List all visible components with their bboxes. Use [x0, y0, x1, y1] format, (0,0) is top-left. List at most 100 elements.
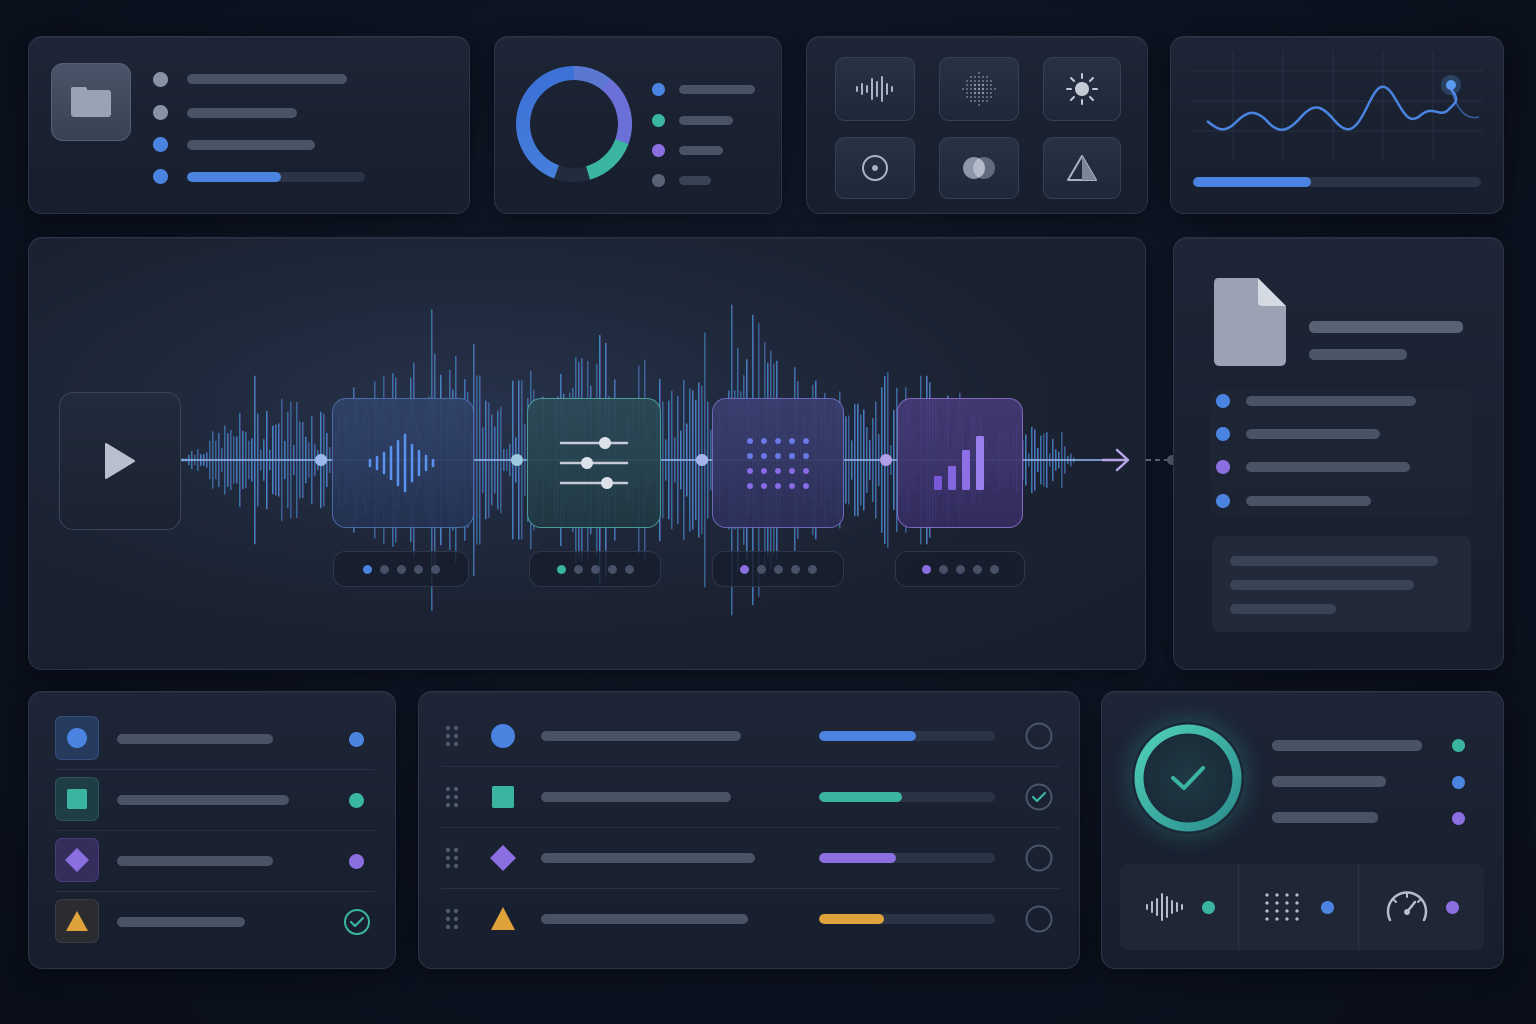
page-dot-active[interactable]	[362, 564, 372, 574]
gauge-icon	[1386, 891, 1427, 922]
footer-cell-audio[interactable]	[1120, 864, 1239, 950]
stage-pagination[interactable]	[895, 551, 1025, 587]
overlap-circles-icon	[963, 157, 995, 179]
stage-pagination[interactable]	[529, 551, 661, 587]
document-summary	[1212, 536, 1471, 632]
page-dot[interactable]	[413, 564, 423, 574]
task-row[interactable]	[419, 828, 1081, 888]
waveform-icon	[856, 76, 893, 102]
list-item-bar	[1246, 462, 1410, 472]
footer-cell-speed[interactable]	[1358, 864, 1484, 950]
page-dot-active[interactable]	[556, 564, 566, 574]
task-list-card	[418, 691, 1080, 969]
play-icon	[105, 443, 135, 479]
task-label-bar	[541, 792, 731, 802]
summary-line	[1230, 580, 1414, 590]
task-row[interactable]	[419, 706, 1081, 766]
list-item[interactable]	[29, 708, 397, 768]
page-dot[interactable]	[972, 564, 982, 574]
list-item[interactable]	[29, 769, 397, 829]
list-item[interactable]	[29, 891, 397, 951]
list-item-bar	[187, 140, 315, 150]
list-dot	[153, 137, 168, 152]
page-dot[interactable]	[379, 564, 389, 574]
page-dot[interactable]	[430, 564, 440, 574]
checkbox-empty-icon[interactable]	[1025, 722, 1053, 750]
drag-handle-icon[interactable]	[445, 847, 459, 869]
list-item[interactable]	[29, 830, 397, 890]
list-dot	[153, 169, 168, 184]
page-dot[interactable]	[773, 564, 783, 574]
page-dot[interactable]	[624, 564, 634, 574]
donut-card	[494, 36, 782, 214]
stage-analytics[interactable]	[897, 398, 1023, 528]
page-dot[interactable]	[790, 564, 800, 574]
document-icon[interactable]	[1212, 276, 1288, 368]
page-dot[interactable]	[590, 564, 600, 574]
line-chart	[1193, 51, 1483, 161]
checkbox-empty-icon[interactable]	[1025, 844, 1053, 872]
list-item-bar	[1246, 496, 1371, 506]
stage-waveform[interactable]	[332, 398, 474, 528]
status-dot	[1452, 776, 1465, 789]
drag-handle-icon[interactable]	[445, 908, 459, 930]
footer-cell-matrix[interactable]	[1238, 864, 1359, 950]
checkbox-empty-icon[interactable]	[1025, 905, 1053, 933]
task-label-bar	[541, 731, 741, 741]
diamond-icon	[65, 848, 89, 872]
page-dot[interactable]	[807, 564, 817, 574]
page-dot[interactable]	[396, 564, 406, 574]
stage-pagination[interactable]	[712, 551, 844, 587]
check-icon[interactable]	[1025, 783, 1053, 811]
legend-label-bar	[679, 176, 711, 185]
page-dot[interactable]	[573, 564, 583, 574]
status-dot	[1452, 812, 1465, 825]
line-series	[1206, 85, 1458, 131]
list-item-bar	[187, 108, 297, 118]
list-dot	[1216, 427, 1230, 441]
status-dot	[1445, 900, 1459, 914]
page-dot[interactable]	[955, 564, 965, 574]
drag-handle-icon[interactable]	[445, 786, 459, 808]
task-row[interactable]	[419, 889, 1081, 949]
page-dot-active[interactable]	[921, 564, 931, 574]
document-title-bar	[1309, 321, 1463, 333]
progress-fill	[1193, 177, 1312, 187]
connector-node	[511, 454, 523, 466]
legend-dot	[652, 83, 665, 96]
check-icon	[1134, 724, 1242, 832]
status-dot	[1320, 900, 1334, 914]
page-dot-active[interactable]	[739, 564, 749, 574]
sphere-tool[interactable]	[939, 57, 1019, 121]
list-item-bar	[117, 917, 245, 927]
document-card	[1173, 237, 1504, 670]
shape-tile	[55, 838, 99, 882]
play-button[interactable]	[59, 392, 181, 530]
task-label-bar	[541, 914, 748, 924]
stage-pagination[interactable]	[333, 551, 469, 587]
brightness-tool[interactable]	[1043, 57, 1121, 121]
target-tool[interactable]	[835, 137, 915, 199]
page-dot[interactable]	[756, 564, 766, 574]
check-icon[interactable]	[343, 908, 371, 936]
waveform-icon	[1145, 893, 1183, 921]
drag-handle-icon[interactable]	[445, 725, 459, 747]
list-dot	[1216, 394, 1230, 408]
bar-chart-icon	[934, 436, 984, 490]
blend-tool[interactable]	[939, 137, 1019, 199]
waveform-tool[interactable]	[835, 57, 915, 121]
status-dot	[349, 732, 364, 747]
page-dot[interactable]	[607, 564, 617, 574]
page-dot[interactable]	[989, 564, 999, 574]
stage-matrix[interactable]	[712, 398, 844, 528]
triangle-tool[interactable]	[1043, 137, 1121, 199]
stage-equalizer[interactable]	[527, 398, 661, 528]
dot-grid-icon	[747, 438, 809, 489]
legend-dot	[652, 174, 665, 187]
task-row[interactable]	[419, 767, 1081, 827]
page-dot[interactable]	[938, 564, 948, 574]
sun-icon	[1066, 73, 1098, 105]
folder-tile[interactable]	[51, 63, 131, 141]
shape-tile	[55, 777, 99, 821]
audio-pipeline-panel	[28, 237, 1146, 670]
